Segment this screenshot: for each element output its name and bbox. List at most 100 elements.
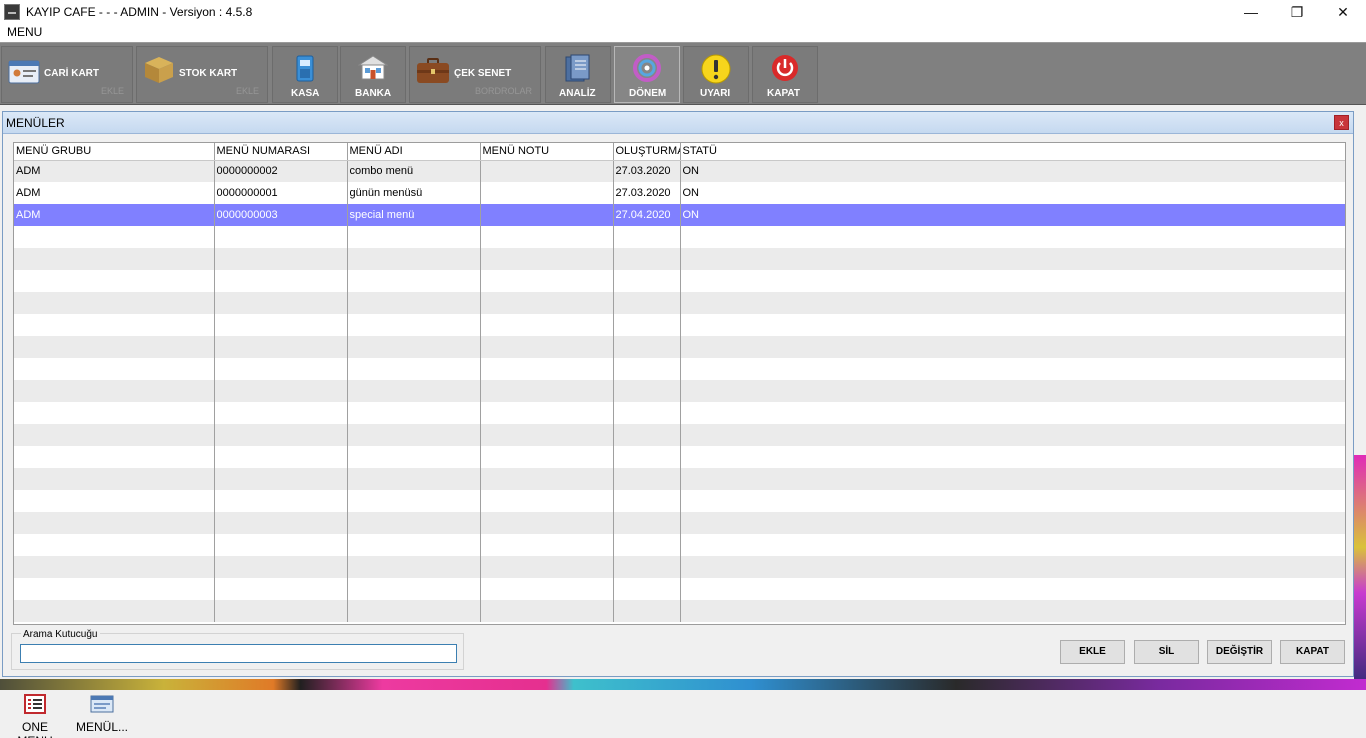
cell-menu-grubu: ADM: [14, 182, 215, 204]
cell-empty: [613, 600, 681, 622]
menuler-window: MENÜLER x MENÜ GRUBU MENÜ NUMARASI MENÜ …: [2, 111, 1354, 677]
table-row-empty[interactable]: [14, 226, 1345, 248]
banka-button[interactable]: BANKA: [340, 46, 406, 103]
table-row-empty[interactable]: [14, 446, 1345, 468]
analiz-button[interactable]: ANALİZ: [545, 46, 611, 103]
table-row-empty[interactable]: [14, 402, 1345, 424]
stok-kart-button[interactable]: STOK KART EKLE: [136, 46, 268, 103]
table-row-empty[interactable]: [14, 578, 1345, 600]
uyari-button[interactable]: UYARI: [683, 46, 749, 103]
table-row-empty[interactable]: [14, 490, 1345, 512]
table-row-empty[interactable]: [14, 270, 1345, 292]
table-row-empty[interactable]: [14, 600, 1345, 622]
cell-menu-grubu: ADM: [14, 204, 215, 226]
table-row-empty[interactable]: [14, 534, 1345, 556]
cell-empty: [680, 424, 1345, 446]
cell-statu: ON: [680, 182, 1345, 204]
donem-button[interactable]: DÖNEM: [614, 46, 680, 103]
cell-empty: [613, 490, 681, 512]
cell-empty: [14, 534, 215, 556]
stok-kart-label: STOK KART: [179, 68, 238, 79]
menu-list-icon: [24, 694, 46, 714]
kapat-toolbar-label: KAPAT: [767, 88, 800, 99]
task-menuler[interactable]: MENÜL...: [76, 694, 128, 734]
menu-item-menu[interactable]: MENU: [7, 25, 42, 39]
table-row-empty[interactable]: [14, 468, 1345, 490]
table-row[interactable]: ADM 0000000002 combo menü 27.03.2020 ON: [14, 160, 1345, 182]
table-row-empty[interactable]: [14, 292, 1345, 314]
window-close-button[interactable]: x: [1334, 115, 1349, 130]
cell-menu-adi: günün menüsü: [347, 182, 481, 204]
cell-empty: [613, 380, 681, 402]
kapat-button[interactable]: KAPAT: [1280, 640, 1345, 664]
table-row-empty[interactable]: [14, 380, 1345, 402]
table-row-selected[interactable]: ADM 0000000003 special menü 27.04.2020 O…: [14, 204, 1345, 226]
cell-menu-notu: [480, 182, 614, 204]
table-row-empty[interactable]: [14, 556, 1345, 578]
books-icon: [565, 54, 590, 82]
cari-kart-sub: EKLE: [100, 86, 124, 96]
cari-kart-button[interactable]: CARİ KART EKLE: [1, 46, 133, 103]
col-header-menu-notu[interactable]: MENÜ NOTU: [480, 143, 614, 161]
cell-empty: [347, 358, 481, 380]
stok-kart-sub: EKLE: [235, 86, 259, 96]
cell-olusturma: 27.03.2020: [613, 182, 681, 204]
cell-empty: [14, 490, 215, 512]
table-row-empty[interactable]: [14, 314, 1345, 336]
table-row-empty[interactable]: [14, 248, 1345, 270]
window-title: KAYIP CAFE - - - ADMIN - Versiyon : 4.5.…: [26, 5, 253, 19]
cell-empty: [480, 578, 614, 600]
cek-senet-button[interactable]: ÇEK SENET BORDROLAR: [409, 46, 541, 103]
grid-header-row: MENÜ GRUBU MENÜ NUMARASI MENÜ ADI MENÜ N…: [14, 143, 1345, 161]
ekle-button[interactable]: EKLE: [1060, 640, 1125, 664]
cell-empty: [14, 380, 215, 402]
cell-empty: [680, 534, 1345, 556]
cell-empty: [347, 446, 481, 468]
kasa-button[interactable]: KASA: [272, 46, 338, 103]
minimize-button[interactable]: —: [1228, 0, 1274, 24]
cell-menu-numarasi: 0000000001: [214, 182, 348, 204]
cell-empty: [14, 600, 215, 622]
table-row-empty[interactable]: [14, 424, 1345, 446]
cell-empty: [613, 468, 681, 490]
sil-button[interactable]: SİL: [1134, 640, 1199, 664]
cell-menu-notu: [480, 204, 614, 226]
cell-empty: [613, 270, 681, 292]
cell-empty: [680, 358, 1345, 380]
table-row[interactable]: ADM 0000000001 günün menüsü 27.03.2020 O…: [14, 182, 1345, 204]
toolbar: CARİ KART EKLE STOK KART EKLE KASA BANKA: [0, 42, 1366, 105]
col-header-statu[interactable]: STATÜ: [680, 143, 1345, 161]
cell-empty: [14, 226, 215, 248]
briefcase-icon: [417, 58, 449, 83]
kapat-toolbar-button[interactable]: KAPAT: [752, 46, 818, 103]
title-bar: KAYIP CAFE - - - ADMIN - Versiyon : 4.5.…: [0, 0, 1366, 24]
col-header-menu-adi[interactable]: MENÜ ADI: [347, 143, 481, 161]
app-icon: [4, 4, 20, 20]
task-one-menu[interactable]: ONE MENU: [4, 694, 66, 738]
cell-empty: [214, 226, 348, 248]
cell-empty: [214, 446, 348, 468]
search-group: Arama Kutucuğu: [11, 629, 464, 670]
desktop-wallpaper-edge: [1354, 455, 1366, 685]
col-header-olusturma[interactable]: OLUŞTURMA: [613, 143, 681, 161]
donem-label: DÖNEM: [629, 88, 667, 99]
col-header-menu-grubu[interactable]: MENÜ GRUBU: [14, 143, 215, 161]
maximize-button[interactable]: ❐: [1274, 0, 1320, 24]
close-button[interactable]: ✕: [1320, 0, 1366, 24]
cell-empty: [680, 512, 1345, 534]
cek-senet-sub: BORDROLAR: [474, 86, 532, 96]
menuler-window-titlebar: MENÜLER x: [3, 112, 1353, 134]
cell-empty: [347, 534, 481, 556]
search-input[interactable]: [20, 644, 457, 663]
menu-grid[interactable]: MENÜ GRUBU MENÜ NUMARASI MENÜ ADI MENÜ N…: [13, 142, 1346, 625]
table-row-empty[interactable]: [14, 336, 1345, 358]
col-header-menu-numarasi[interactable]: MENÜ NUMARASI: [214, 143, 348, 161]
cell-empty: [14, 512, 215, 534]
table-row-empty[interactable]: [14, 512, 1345, 534]
degistir-button[interactable]: DEĞİŞTİR: [1207, 640, 1272, 664]
cell-empty: [347, 600, 481, 622]
cell-empty: [347, 292, 481, 314]
cell-empty: [347, 490, 481, 512]
cell-empty: [347, 512, 481, 534]
table-row-empty[interactable]: [14, 358, 1345, 380]
